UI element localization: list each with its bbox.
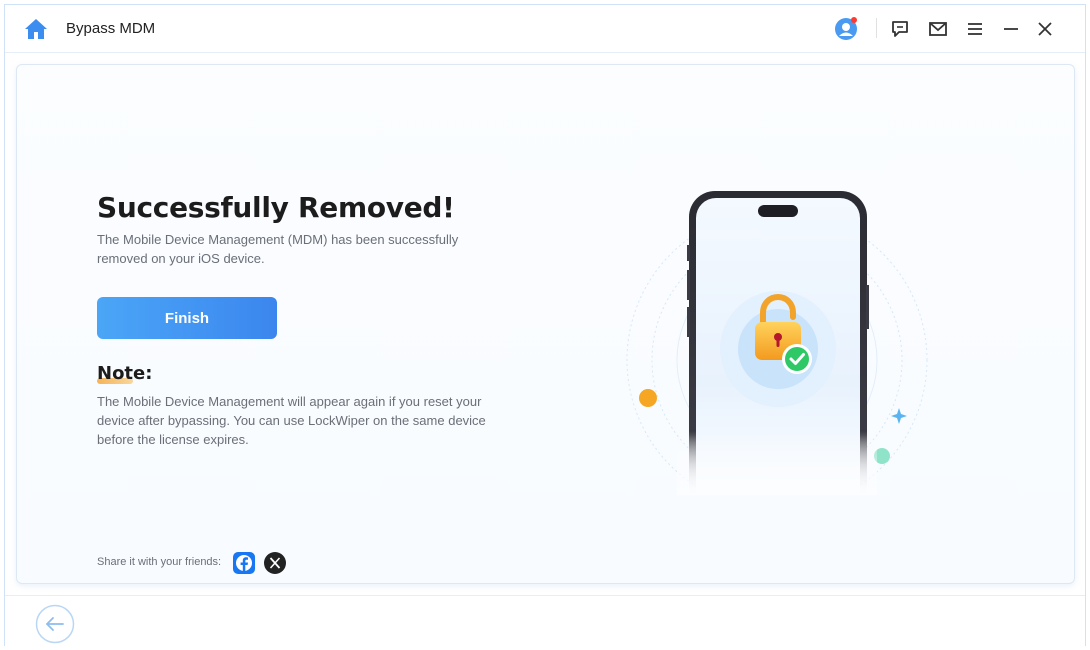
minimize-icon[interactable] [999, 17, 1023, 41]
phone-illustration [597, 175, 937, 511]
close-icon[interactable] [1033, 17, 1057, 41]
note-text: The Mobile Device Management will appear… [97, 394, 486, 447]
feedback-icon[interactable] [888, 17, 912, 41]
main-panel: Successfully Removed! The Mobile Device … [16, 64, 1075, 584]
x-twitter-icon[interactable] [264, 552, 286, 574]
back-arrow-icon[interactable] [35, 604, 75, 644]
title-bar: Bypass MDM [5, 5, 1085, 53]
footer-bar [5, 595, 1085, 647]
mail-icon[interactable] [926, 17, 950, 41]
finish-button[interactable]: Finish [97, 297, 277, 339]
facebook-icon[interactable] [233, 552, 255, 574]
home-icon[interactable] [23, 17, 49, 41]
check-badge-icon [782, 344, 812, 374]
titlebar-divider [876, 18, 877, 38]
share-label: Share it with your friends: [97, 556, 222, 568]
app-title: Bypass MDM [66, 20, 156, 37]
success-description: The Mobile Device Management (MDM) has b… [97, 232, 459, 266]
success-headline: Successfully Removed! [97, 191, 455, 224]
note-title: Note: [97, 363, 153, 384]
menu-icon[interactable] [963, 17, 987, 41]
user-avatar-icon[interactable] [834, 17, 858, 41]
app-window: Bypass MDM Successfully Removed! The Mob… [4, 4, 1086, 647]
